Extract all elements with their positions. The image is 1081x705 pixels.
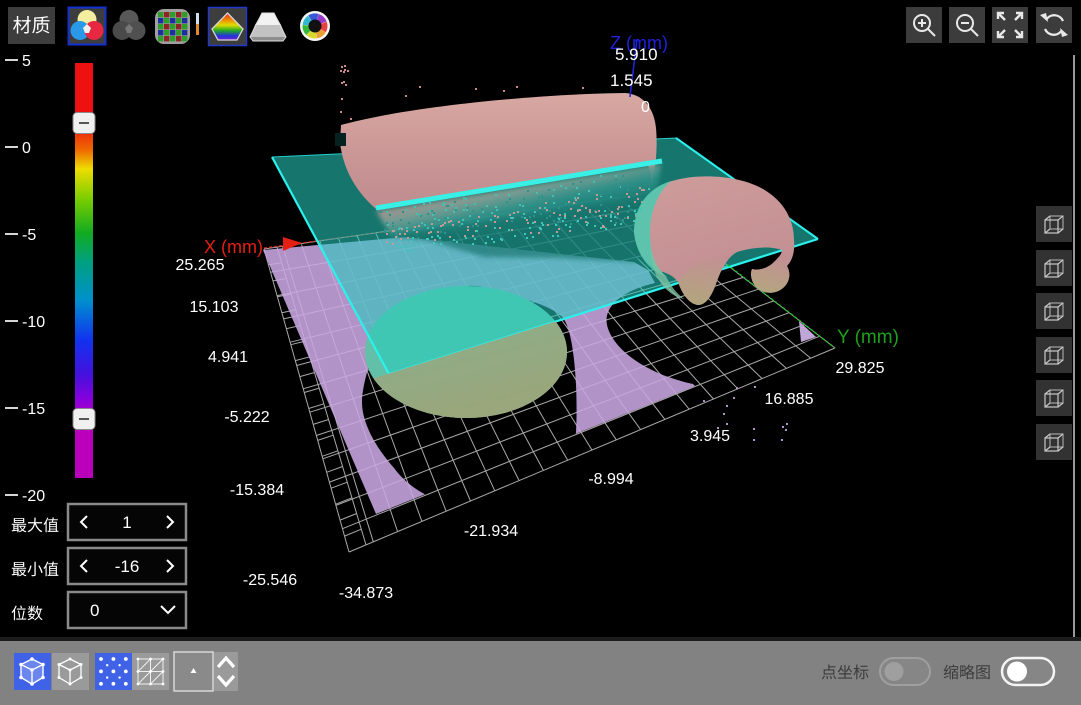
svg-text:-20: -20	[22, 488, 45, 505]
svg-text:-34.873: -34.873	[339, 585, 393, 602]
svg-text:0: 0	[22, 140, 31, 157]
svg-text:-8.994: -8.994	[588, 471, 633, 488]
svg-text:X (mm): X (mm)	[204, 237, 263, 257]
svg-text:0: 0	[90, 601, 99, 620]
svg-text:16.885: 16.885	[765, 391, 814, 408]
svg-text:-15: -15	[22, 401, 45, 418]
svg-text:-10: -10	[22, 314, 45, 331]
svg-text:4.941: 4.941	[208, 349, 248, 366]
svg-text:-25.546: -25.546	[243, 572, 297, 589]
svg-text:Y (mm): Y (mm)	[837, 327, 899, 348]
svg-text:1.545: 1.545	[610, 71, 653, 90]
svg-text:-15.384: -15.384	[230, 482, 284, 499]
svg-text:29.825: 29.825	[836, 360, 885, 377]
svg-text:0: 0	[641, 99, 650, 116]
svg-text:-5: -5	[22, 227, 36, 244]
svg-text:1: 1	[122, 513, 131, 532]
svg-text:3.945: 3.945	[690, 428, 730, 445]
svg-text:-5.222: -5.222	[224, 409, 269, 426]
svg-text:5.910: 5.910	[615, 45, 658, 64]
svg-text:-21.934: -21.934	[464, 523, 518, 540]
svg-text:-16: -16	[115, 557, 140, 576]
svg-text:25.265: 25.265	[176, 257, 225, 274]
svg-text:15.103: 15.103	[190, 299, 239, 316]
svg-text:5: 5	[22, 53, 31, 70]
